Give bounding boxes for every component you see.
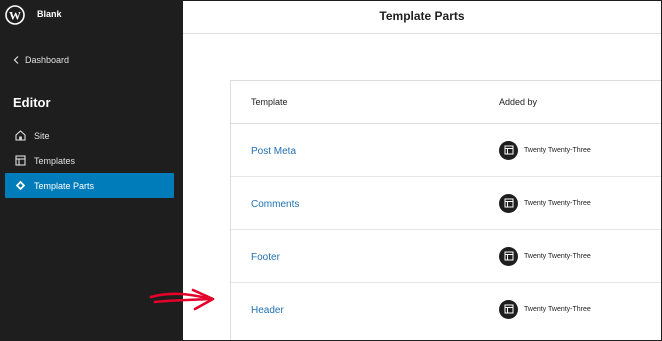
table-row: Header Twenty Twenty-Three	[231, 283, 661, 335]
column-header-template: Template	[251, 97, 288, 107]
sidebar-item-templates[interactable]: Templates	[5, 148, 174, 173]
column-header-added-by: Added by	[499, 97, 538, 107]
top-bar: Template Parts	[183, 1, 661, 34]
sidebar-item-label: Site	[34, 130, 50, 141]
added-by-cell: Twenty Twenty-Three	[499, 246, 661, 266]
table-row: Footer Twenty Twenty-Three	[231, 230, 661, 283]
editor-heading: Editor	[13, 95, 51, 110]
table-row: Comments Twenty Twenty-Three	[231, 177, 661, 230]
chevron-left-icon	[13, 56, 19, 64]
table-row: Post Meta Twenty Twenty-Three	[231, 124, 661, 177]
template-link-comments[interactable]: Comments	[251, 199, 299, 210]
site-name[interactable]: Blank	[37, 9, 62, 19]
red-annotation-arrow-icon	[149, 288, 215, 311]
theme-layout-icon	[499, 246, 518, 266]
layout-icon	[15, 155, 26, 166]
content-area: Template Added by Post Meta Twenty Twent…	[183, 34, 661, 340]
wordpress-logo-icon[interactable]: W	[5, 5, 25, 25]
svg-text:W: W	[9, 9, 21, 23]
sidebar-item-site[interactable]: Site	[5, 123, 174, 148]
template-link-post-meta[interactable]: Post Meta	[251, 146, 296, 157]
main-area: Template Parts Template Added by Post Me…	[183, 1, 661, 340]
template-link-header[interactable]: Header	[251, 305, 284, 316]
template-link-footer[interactable]: Footer	[251, 252, 280, 263]
added-by-cell: Twenty Twenty-Three	[499, 193, 661, 213]
added-by-cell: Twenty Twenty-Three	[499, 299, 661, 319]
template-parts-table: Template Added by Post Meta Twenty Twent…	[230, 80, 661, 340]
dashboard-label: Dashboard	[25, 55, 70, 65]
added-by-label: Twenty Twenty-Three	[524, 146, 591, 154]
added-by-label: Twenty Twenty-Three	[524, 199, 591, 207]
sidebar-nav: Site Templates Template Parts	[5, 123, 174, 198]
theme-layout-icon	[499, 193, 518, 213]
sidebar-item-label: Templates	[34, 155, 76, 166]
symbol-icon	[15, 180, 26, 191]
added-by-label: Twenty Twenty-Three	[524, 305, 591, 313]
dashboard-back-link[interactable]: Dashboard	[13, 55, 69, 65]
page-title: Template Parts	[379, 9, 465, 23]
theme-layout-icon	[499, 140, 518, 160]
theme-layout-icon	[499, 299, 518, 319]
added-by-cell: Twenty Twenty-Three	[499, 140, 661, 160]
sidebar-item-template-parts[interactable]: Template Parts	[5, 173, 174, 198]
sidebar-item-label: Template Parts	[34, 180, 95, 191]
table-header: Template Added by	[231, 81, 661, 124]
app-window: W Blank Dashboard Editor Site Templates …	[0, 0, 662, 341]
added-by-label: Twenty Twenty-Three	[524, 252, 591, 260]
home-icon	[15, 130, 26, 141]
